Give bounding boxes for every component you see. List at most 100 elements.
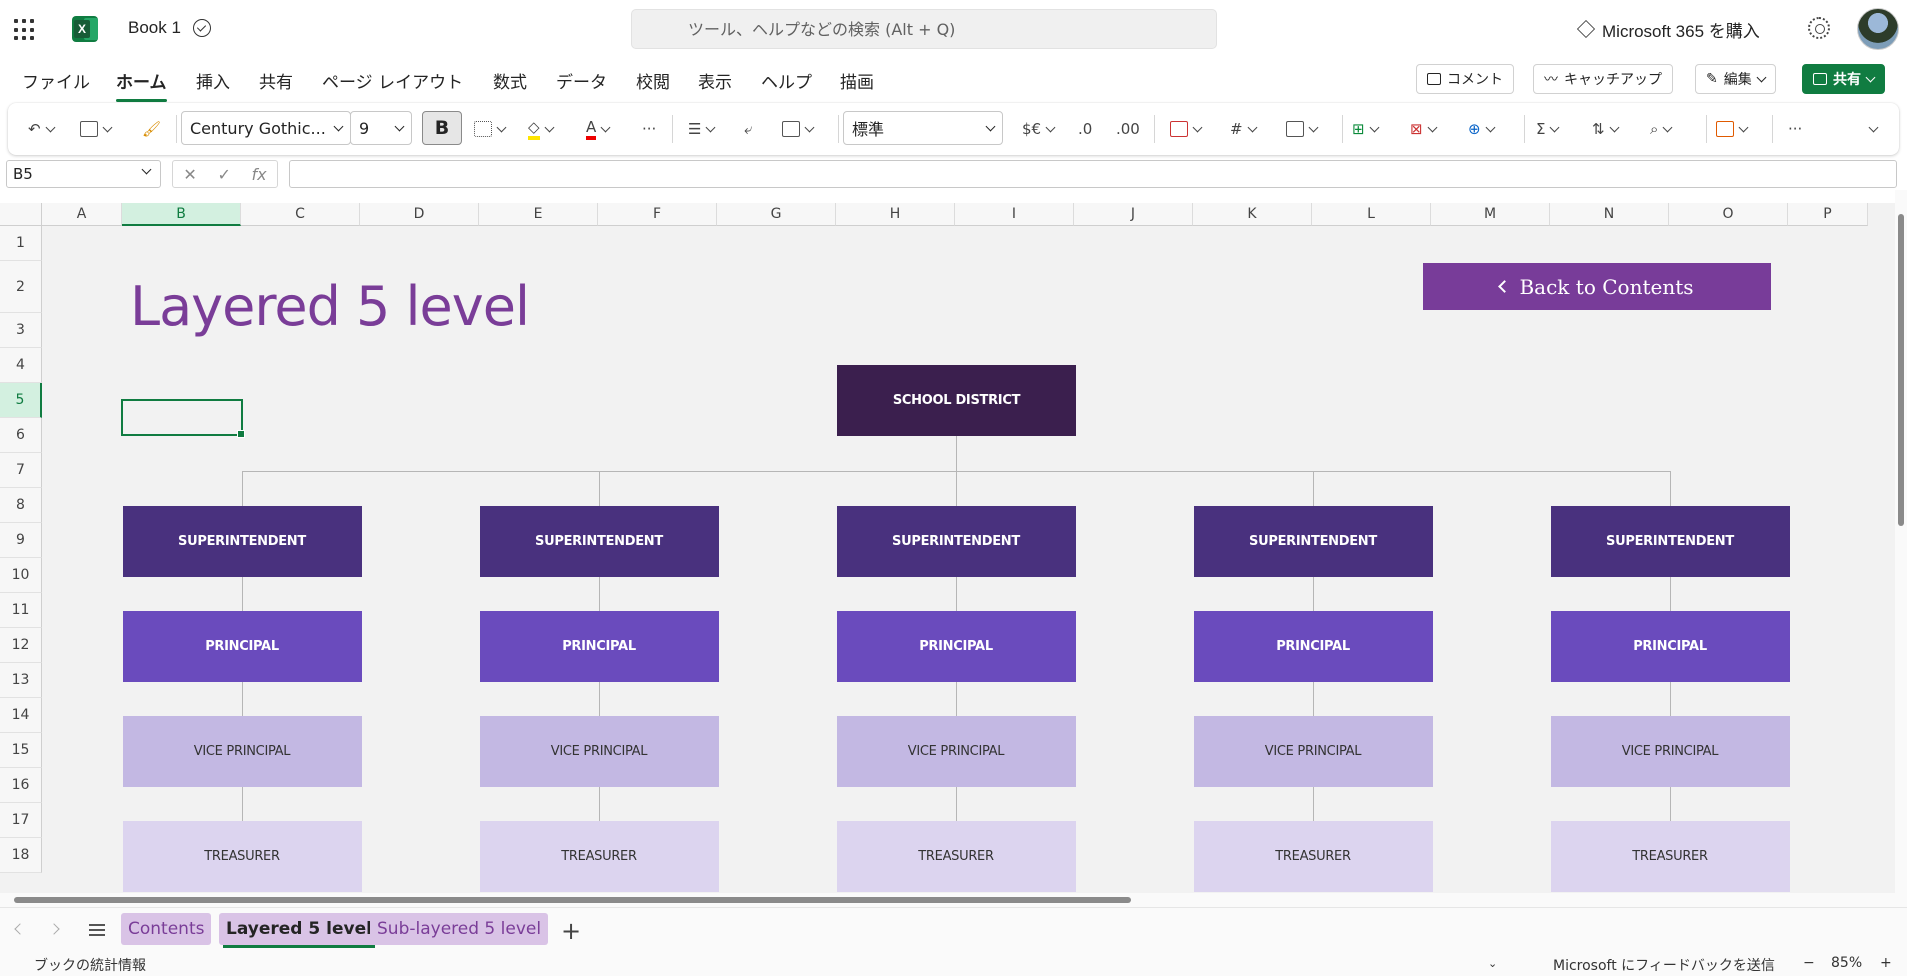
number-format-select[interactable]: 標準 <box>843 111 1003 145</box>
tab-formulas[interactable]: 数式 <box>493 68 527 93</box>
share-button[interactable]: 共有 <box>1802 64 1885 94</box>
sheet-tab-layered-5-level[interactable]: Layered 5 level <box>219 913 379 948</box>
org-node-vice-principal[interactable]: VICE PRINCIPAL <box>479 716 719 787</box>
row-header[interactable]: 16 <box>0 768 42 803</box>
chevron-down-icon[interactable]: ⌄ <box>1488 957 1497 970</box>
org-node-vice-principal[interactable]: VICE PRINCIPAL <box>1550 716 1790 787</box>
wrap-text-button[interactable]: ⤶ <box>744 113 752 145</box>
edit-mode-button[interactable]: ✎ 編集 <box>1695 64 1776 94</box>
scrollbar-thumb[interactable] <box>1898 214 1904 526</box>
org-node-treasurer[interactable]: TREASURER <box>479 821 719 892</box>
row-header[interactable]: 11 <box>0 593 42 628</box>
column-header[interactable]: N <box>1550 203 1669 226</box>
column-header[interactable]: O <box>1669 203 1788 226</box>
org-node-treasurer[interactable]: TREASURER <box>122 821 362 892</box>
row-header[interactable]: 4 <box>0 348 42 383</box>
fill-color-button[interactable]: ◇ <box>528 113 554 145</box>
bold-button[interactable]: B <box>422 111 462 145</box>
row-header[interactable]: 15 <box>0 733 42 768</box>
tab-help[interactable]: ヘルプ <box>761 68 812 93</box>
zoom-out-button[interactable]: − <box>1803 955 1815 971</box>
column-header[interactable]: G <box>717 203 836 226</box>
tab-review[interactable]: 校閲 <box>636 68 670 93</box>
column-header[interactable]: A <box>42 203 122 226</box>
previous-sheet-icon[interactable] <box>14 923 26 935</box>
row-header[interactable]: 17 <box>0 803 42 838</box>
row-header[interactable]: 1 <box>0 226 42 261</box>
expand-ribbon-button[interactable] <box>1868 113 1879 145</box>
org-node-superintendent[interactable]: SUPERINTENDENT <box>1550 506 1790 577</box>
column-header[interactable]: K <box>1193 203 1312 226</box>
cancel-icon[interactable]: ✕ <box>183 165 196 184</box>
undo-button[interactable]: ↶ <box>28 113 56 145</box>
org-node-superintendent[interactable]: SUPERINTENDENT <box>836 506 1076 577</box>
org-node-principal[interactable]: PRINCIPAL <box>479 611 719 682</box>
column-header[interactable]: M <box>1431 203 1550 226</box>
tab-page-layout[interactable]: ページ レイアウト <box>322 68 463 93</box>
column-header[interactable]: D <box>360 203 479 226</box>
row-header[interactable]: 6 <box>0 418 42 453</box>
org-node-superintendent[interactable]: SUPERINTENDENT <box>1193 506 1433 577</box>
increase-decimal-button[interactable]: .0 <box>1078 113 1092 145</box>
row-header[interactable]: 9 <box>0 523 42 558</box>
merge-button[interactable] <box>782 113 815 145</box>
app-launcher-icon[interactable] <box>14 19 36 41</box>
format-cells-button[interactable]: ⊕ <box>1468 113 1496 145</box>
column-header[interactable]: L <box>1312 203 1431 226</box>
scrollbar-thumb[interactable] <box>14 897 1131 903</box>
align-button[interactable]: ☰ <box>688 113 716 145</box>
paste-button[interactable] <box>80 113 113 145</box>
feedback-link[interactable]: Microsoft にフィードバックを送信 <box>1553 955 1775 975</box>
sort-filter-button[interactable]: ⇅ <box>1592 113 1620 145</box>
font-name-select[interactable]: Century Gothic... <box>181 111 351 145</box>
vertical-scrollbar[interactable] <box>1895 190 1907 893</box>
zoom-level[interactable]: 85% <box>1831 955 1862 971</box>
font-size-select[interactable]: 9 <box>350 111 412 145</box>
tab-data[interactable]: データ <box>556 68 607 93</box>
column-header[interactable]: H <box>836 203 955 226</box>
buy-microsoft-365-link[interactable]: Microsoft 365 を購入 <box>1576 16 1760 42</box>
select-all-corner[interactable] <box>0 203 42 226</box>
tab-insert[interactable]: 挿入 <box>196 68 230 93</box>
font-color-button[interactable]: A <box>586 113 611 145</box>
org-node-superintendent[interactable]: SUPERINTENDENT <box>122 506 362 577</box>
org-node-vice-principal[interactable]: VICE PRINCIPAL <box>1193 716 1433 787</box>
cell-styles-button[interactable] <box>1286 113 1319 145</box>
org-node-principal[interactable]: PRINCIPAL <box>122 611 362 682</box>
horizontal-scrollbar[interactable] <box>0 893 1907 907</box>
sheet-tab-sub-layered-5-level[interactable]: Sub-layered 5 level <box>370 913 549 945</box>
catchup-button[interactable]: 〰 キャッチアップ <box>1533 64 1673 94</box>
tab-file[interactable]: ファイル <box>22 68 90 93</box>
row-header[interactable]: 2 <box>0 261 42 313</box>
tab-draw[interactable]: 描画 <box>840 68 874 93</box>
column-header[interactable]: F <box>598 203 717 226</box>
user-avatar[interactable] <box>1857 8 1899 50</box>
org-node-school-district[interactable]: SCHOOL DISTRICT <box>837 365 1076 436</box>
next-sheet-icon[interactable] <box>48 923 60 935</box>
insert-function-icon[interactable]: fx <box>252 165 267 184</box>
column-header[interactable]: B <box>122 203 241 226</box>
row-header[interactable]: 18 <box>0 838 42 873</box>
org-node-superintendent[interactable]: SUPERINTENDENT <box>479 506 719 577</box>
zoom-in-button[interactable]: + <box>1880 955 1892 971</box>
borders-button[interactable] <box>474 113 507 145</box>
format-painter-button[interactable]: 🖌 <box>142 113 161 145</box>
back-to-contents-button[interactable]: Back to Contents <box>1423 263 1771 310</box>
org-node-treasurer[interactable]: TREASURER <box>836 821 1076 892</box>
delete-cells-button[interactable]: ⊠ <box>1410 113 1438 145</box>
org-node-vice-principal[interactable]: VICE PRINCIPAL <box>836 716 1076 787</box>
currency-button[interactable]: $€ <box>1022 113 1056 145</box>
row-header[interactable]: 12 <box>0 628 42 663</box>
org-node-vice-principal[interactable]: VICE PRINCIPAL <box>122 716 362 787</box>
selected-cell[interactable] <box>121 399 245 438</box>
comment-button[interactable]: コメント <box>1416 64 1514 94</box>
workbook-title[interactable]: Book 1 <box>128 18 181 38</box>
row-header[interactable]: 8 <box>0 488 42 523</box>
search-input[interactable] <box>688 10 1188 48</box>
search-box[interactable] <box>631 9 1217 49</box>
conditional-format-button[interactable] <box>1170 113 1203 145</box>
tab-view[interactable]: 表示 <box>698 68 732 93</box>
name-box[interactable]: B5 <box>6 160 161 188</box>
column-header[interactable]: E <box>479 203 598 226</box>
tab-share[interactable]: 共有 <box>259 68 293 93</box>
